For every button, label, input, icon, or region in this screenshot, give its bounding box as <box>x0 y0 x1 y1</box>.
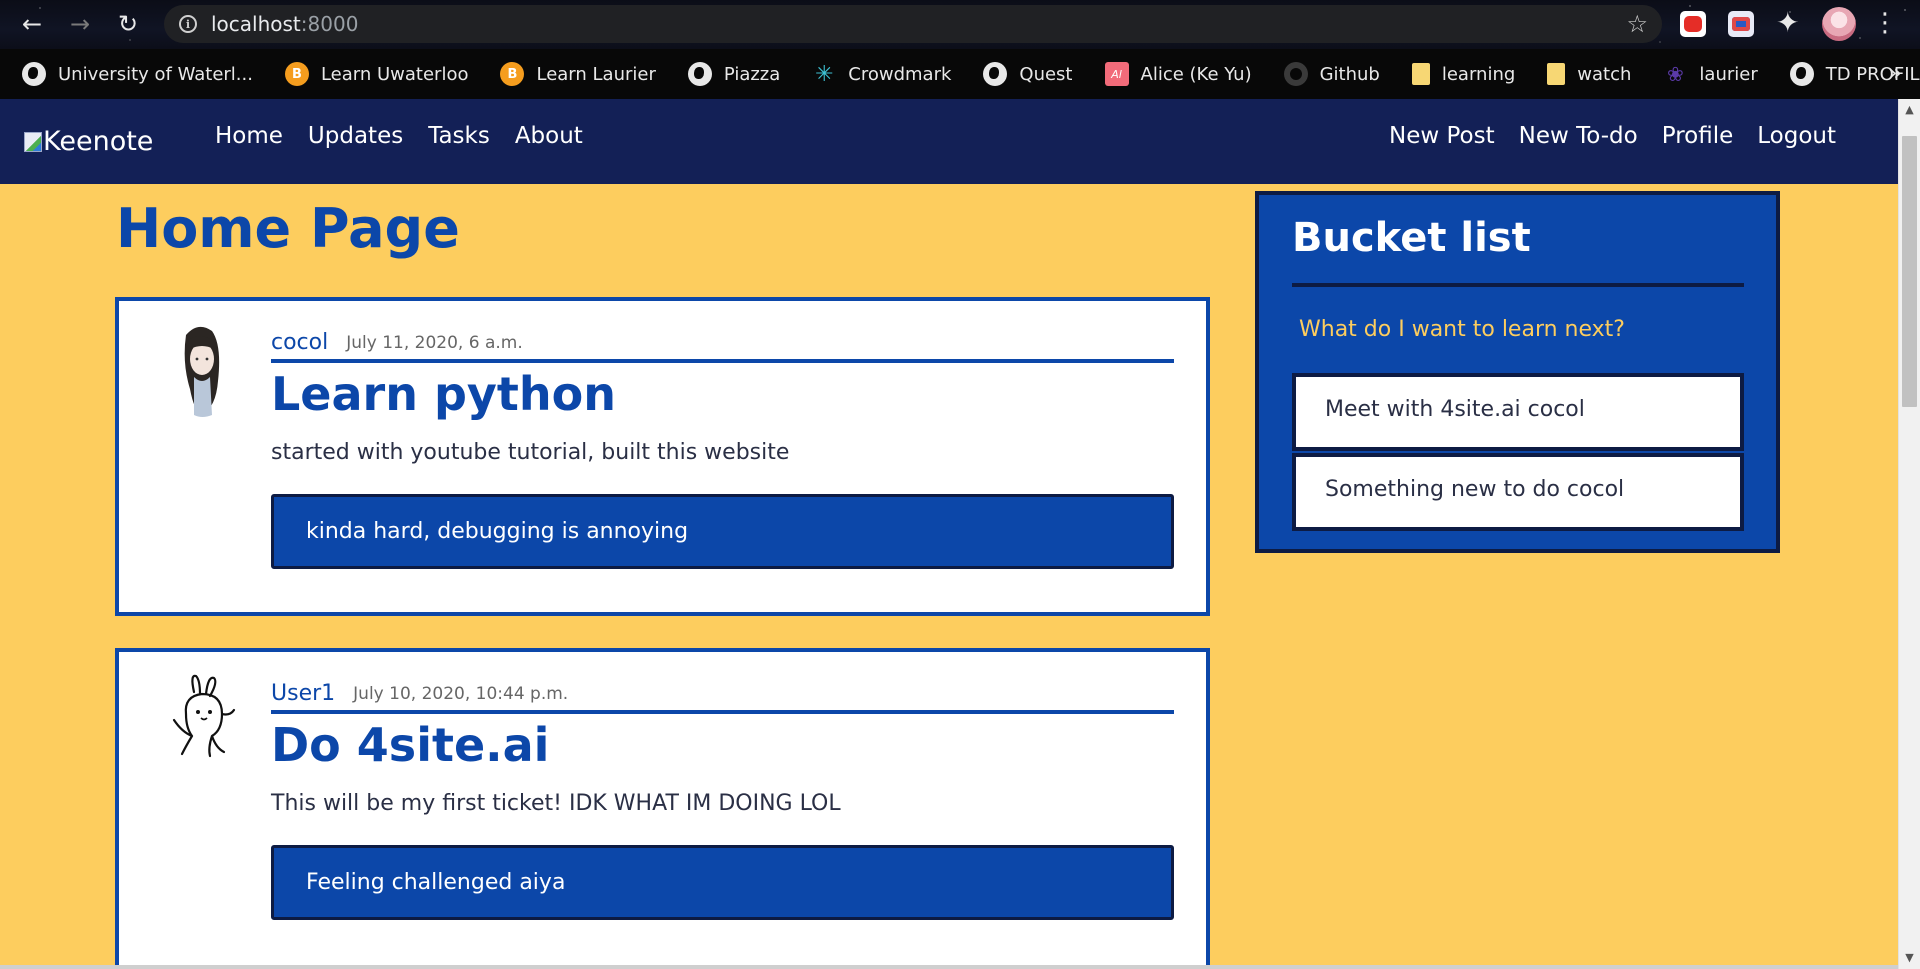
horizontal-scrollbar[interactable] <box>0 965 1898 969</box>
bookmark-folder-watch[interactable]: watch <box>1525 49 1641 99</box>
back-arrow-icon[interactable]: ← <box>16 8 48 40</box>
nav-new-todo[interactable]: New To-do <box>1519 123 1638 149</box>
nav-logout[interactable]: Logout <box>1757 123 1836 149</box>
bucket-list-panel: Bucket list What do I want to learn next… <box>1255 191 1780 553</box>
globe-icon <box>22 62 46 86</box>
scroll-down-arrow-icon[interactable]: ▼ <box>1899 947 1920 969</box>
bookmark-learn-uwaterloo[interactable]: B Learn Uwaterloo <box>263 49 479 99</box>
d2l-icon: B <box>500 62 525 86</box>
scroll-up-arrow-icon[interactable]: ▲ <box>1899 99 1920 121</box>
bookmark-laurier[interactable]: ❀ laurier <box>1641 49 1767 99</box>
alice-icon: Al <box>1104 62 1129 86</box>
folder-icon <box>1411 63 1430 85</box>
post-meta: cocol July 11, 2020, 6 a.m. <box>271 323 1174 363</box>
post-title[interactable]: Do 4site.ai <box>271 718 549 772</box>
post-author[interactable]: cocol <box>271 330 328 355</box>
avatar <box>184 326 220 417</box>
bookmarks-bar: University of Waterl... B Learn Uwaterlo… <box>0 49 1920 99</box>
post-meta: User1 July 10, 2020, 10:44 p.m. <box>271 674 1174 714</box>
post-comment: Feeling challenged aiya <box>271 845 1174 920</box>
nav-tasks[interactable]: Tasks <box>428 123 490 149</box>
nav-profile[interactable]: Profile <box>1662 123 1734 149</box>
bookmark-quest[interactable]: Quest <box>961 49 1082 99</box>
nav-new-post[interactable]: New Post <box>1389 123 1495 149</box>
browser-profile-avatar[interactable] <box>1822 7 1856 41</box>
globe-icon <box>983 62 1008 86</box>
d2l-icon: B <box>284 62 309 86</box>
bucket-list-title: Bucket list <box>1292 215 1531 261</box>
post-body: started with youtube tutorial, built thi… <box>271 440 790 465</box>
url-text[interactable]: localhost:8000 <box>211 12 358 36</box>
globe-icon <box>687 62 712 86</box>
page-viewport: Keenote Home Updates Tasks About New Pos… <box>0 99 1920 969</box>
bookmark-crowdmark[interactable]: ✳ Crowdmark <box>790 49 961 99</box>
bookmark-star-icon[interactable]: ☆ <box>1626 10 1648 38</box>
post-date: July 11, 2020, 6 a.m. <box>346 333 523 353</box>
post-author[interactable]: User1 <box>271 681 335 706</box>
extensions-puzzle-icon[interactable]: ✦ <box>1776 6 1799 39</box>
youtube-extension-icon[interactable] <box>1680 11 1706 37</box>
nav-left: Home Updates Tasks About <box>215 123 608 149</box>
nav-about[interactable]: About <box>515 123 583 149</box>
screen-recorder-extension-icon[interactable] <box>1728 11 1754 37</box>
broken-image-icon <box>24 131 42 152</box>
bucket-list-question[interactable]: What do I want to learn next? <box>1299 317 1625 342</box>
nav-home[interactable]: Home <box>215 123 283 149</box>
bookmark-learn-laurier[interactable]: B Learn Laurier <box>478 49 665 99</box>
crowdmark-icon: ✳ <box>815 61 834 87</box>
forward-arrow-icon[interactable]: → <box>64 8 96 40</box>
folder-icon <box>1547 63 1566 85</box>
nav-updates[interactable]: Updates <box>308 123 403 149</box>
reload-icon[interactable]: ↻ <box>112 8 144 40</box>
bookmark-folder-learning[interactable]: learning <box>1390 49 1525 99</box>
bookmark-alice[interactable]: Al Alice (Ke Yu) <box>1083 49 1262 99</box>
bucket-list-item[interactable]: Meet with 4site.ai cocol <box>1292 373 1744 451</box>
avatar <box>172 674 236 758</box>
browser-toolbar: ← → ↻ i localhost:8000 ☆ ✦ ⋮ <box>0 0 1920 49</box>
post-card: User1 July 10, 2020, 10:44 p.m. Do 4site… <box>115 648 1210 969</box>
page-title: Home Page <box>116 197 460 260</box>
post-card: cocol July 11, 2020, 6 a.m. Learn python… <box>115 297 1210 616</box>
post-title[interactable]: Learn python <box>271 367 616 421</box>
post-date: July 10, 2020, 10:44 p.m. <box>353 684 569 704</box>
maple-leaf-icon: ❀ <box>1667 62 1684 86</box>
brand-name: Keenote <box>43 126 154 157</box>
address-bar[interactable]: i localhost:8000 ☆ <box>164 5 1662 43</box>
bucket-list-item[interactable]: Something new to do cocol <box>1292 453 1744 531</box>
scrollbar-thumb[interactable] <box>1902 136 1917 407</box>
nav-right: New Post New To-do Profile Logout <box>1365 123 1836 149</box>
browser-menu-icon[interactable]: ⋮ <box>1870 8 1900 38</box>
bookmarks-overflow-icon[interactable]: » <box>1889 61 1902 86</box>
github-icon <box>1283 62 1308 86</box>
site-navbar: Keenote Home Updates Tasks About New Pos… <box>0 99 1898 184</box>
divider <box>1292 283 1744 287</box>
brand-link[interactable]: Keenote <box>24 126 153 157</box>
globe-icon <box>1789 62 1814 86</box>
post-comment: kinda hard, debugging is annoying <box>271 494 1174 569</box>
page-scrollbar[interactable]: ▲ ▼ <box>1898 99 1920 969</box>
site-info-icon[interactable]: i <box>179 15 197 33</box>
bookmark-piazza[interactable]: Piazza <box>666 49 790 99</box>
bookmark-github[interactable]: Github <box>1262 49 1390 99</box>
post-body: This will be my first ticket! IDK WHAT I… <box>271 791 841 816</box>
bookmark-university-of-waterloo[interactable]: University of Waterl... <box>0 49 263 99</box>
